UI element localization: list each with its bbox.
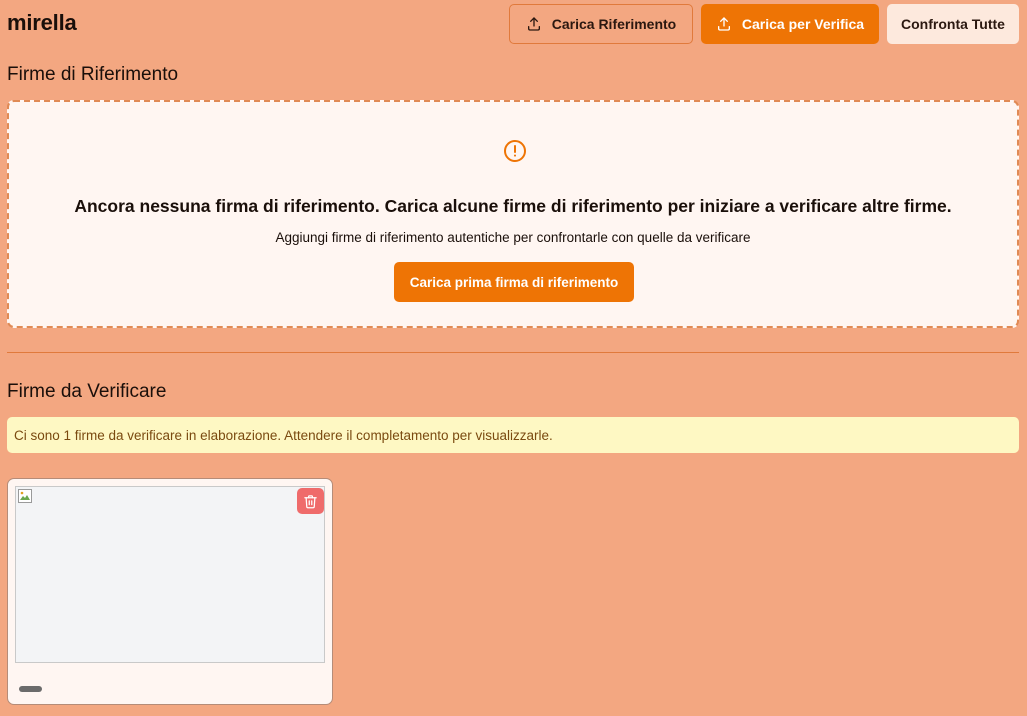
upload-verify-label: Carica per Verifica: [741, 16, 865, 32]
signature-image: [15, 486, 325, 663]
reference-section-title: Firme di Riferimento: [7, 64, 179, 85]
empty-state-subtitle: Aggiungi firme di riferimento autentiche…: [275, 230, 751, 245]
reference-empty-state: Ancora nessuna firma di riferimento. Car…: [7, 100, 1019, 328]
app-title: mirella: [7, 10, 77, 35]
app-page: mirella Carica Riferimento Carica per Ve…: [0, 0, 1027, 716]
upload-reference-button[interactable]: Carica Riferimento: [509, 4, 693, 44]
section-divider: [7, 352, 1019, 353]
upload-reference-label: Carica Riferimento: [551, 16, 677, 32]
upload-icon: [527, 17, 540, 31]
signature-card[interactable]: [7, 478, 333, 705]
status-pill: [19, 686, 42, 692]
empty-state-title: Ancora nessuna firma di riferimento. Car…: [74, 196, 952, 216]
compare-all-label: Confronta Tutte: [901, 16, 1005, 32]
upload-first-reference-button[interactable]: Carica prima firma di riferimento: [394, 262, 634, 302]
alert-circle-icon: [504, 140, 526, 162]
upload-verify-button[interactable]: Carica per Verifica: [701, 4, 879, 44]
broken-image-icon: [18, 489, 32, 503]
trash-icon: [304, 494, 317, 508]
upload-icon: [717, 17, 730, 31]
verify-section-title: Firme da Verificare: [7, 381, 167, 402]
compare-all-button[interactable]: Confronta Tutte: [887, 4, 1019, 44]
delete-signature-button[interactable]: [297, 488, 324, 514]
processing-notice: Ci sono 1 firme da verificare in elabora…: [7, 417, 1019, 453]
